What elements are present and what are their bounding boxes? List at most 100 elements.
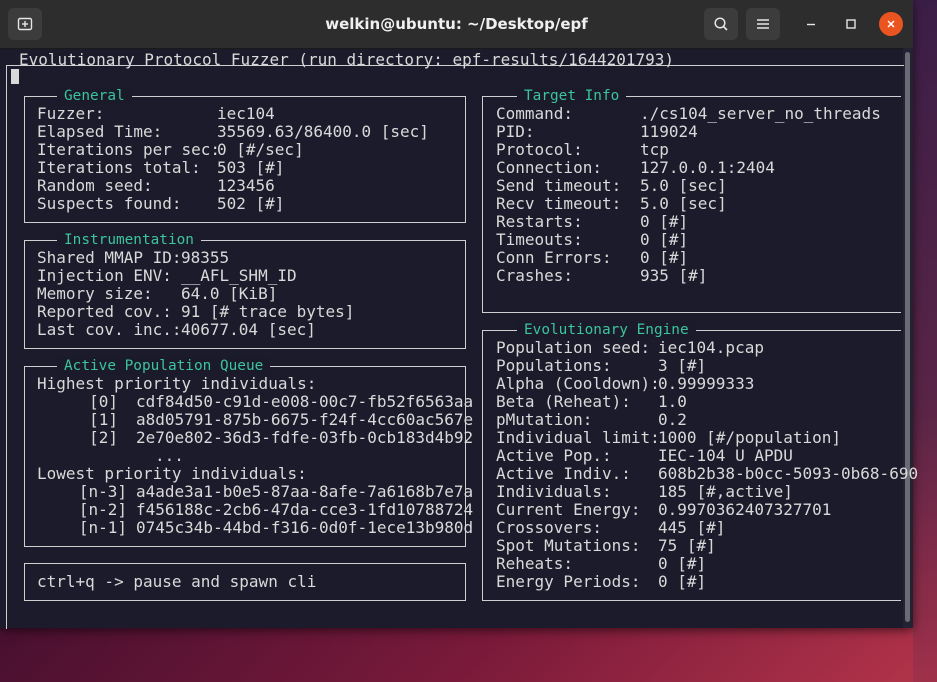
maximize-button[interactable] [839, 12, 863, 36]
engine-row-value: 445 [#] [658, 518, 726, 537]
instrumentation-row-label: Injection ENV: [37, 266, 172, 285]
engine-row-label: pMutation: [496, 410, 593, 429]
target-row-label: Protocol: [496, 140, 583, 159]
target-row-value: 127.0.0.1:2404 [640, 158, 775, 177]
close-icon [887, 20, 895, 28]
lowest-individual-id: f456188c-2cb6-47da-cce3-1fd10788724 [136, 500, 474, 519]
search-icon [714, 17, 728, 31]
queue-ellipsis: ... [155, 446, 184, 465]
instrumentation-row-label: Last cov. inc.: [37, 320, 182, 339]
target-row-value: ./cs104_server_no_threads [640, 104, 881, 123]
minimize-icon [807, 23, 815, 26]
menu-button[interactable] [746, 8, 780, 40]
instrumentation-row-value: 98355 [181, 248, 230, 267]
lowest-individual-index: [n-3] [78, 482, 127, 501]
general-row-value: 123456 [217, 176, 275, 195]
engine-row-label: Beta (Reheat): [496, 392, 631, 411]
close-button[interactable] [879, 12, 903, 36]
highest-individual-id: cdf84d50-c91d-e008-00c7-fb52f6563aa [136, 392, 474, 411]
engine-row-value: iec104.pcap [658, 338, 764, 357]
highest-individual-id: a8d05791-875b-6675-f24f-4cc60ac567e [136, 410, 474, 429]
text-cursor [11, 69, 19, 84]
engine-row-label: Crossovers: [496, 518, 602, 537]
header-text: Evolutionary Protocol Fuzzer (run direct… [19, 50, 675, 69]
target-row-value: 5.0 [sec] [640, 194, 727, 213]
engine-row-value: 1.0 [658, 392, 687, 411]
target-row-value: 5.0 [sec] [640, 176, 727, 195]
target-row-value: 0 [#] [640, 248, 689, 267]
instrumentation-row-value: 91 [# trace bytes] [181, 302, 355, 321]
lowest-individual-id: a4ade3a1-b0e5-87aa-8afe-7a6168b7e7a [136, 482, 474, 501]
instrumentation-row-value: __AFL_SHM_ID [181, 266, 297, 285]
general-row-label: Random seed: [37, 176, 153, 195]
target-row-value: 0 [#] [640, 230, 689, 249]
highest-individual-id: 2e70e802-36d3-fdfe-03fb-0cb183d4b92 [136, 428, 474, 447]
highest-individual-index: [0] [89, 392, 118, 411]
general-row-value: 502 [#] [217, 194, 285, 213]
target-row-label: Recv timeout: [496, 194, 622, 213]
target-row-label: Command: [496, 104, 574, 123]
engine-row-value: 0.99999333 [658, 374, 755, 393]
engine-row-label: Energy Periods: [496, 572, 641, 591]
engine-row-value: 75 [#] [658, 536, 716, 555]
hint-text: ctrl+q -> pause and spawn cli [37, 572, 317, 591]
engine-row-label: Population seed: [496, 338, 651, 357]
target-row-value: 119024 [640, 122, 698, 141]
general-row-value: 0 [#/sec] [217, 140, 304, 159]
engine-row-label: Individuals: [496, 482, 612, 501]
engine-row-label: Individual limit: [496, 428, 660, 447]
instrumentation-row-label: Reported cov.: [37, 302, 172, 321]
engine-row-label: Spot Mutations: [496, 536, 641, 555]
highest-priority-label: Highest priority individuals: [37, 374, 317, 393]
scrollbar-thumb[interactable] [905, 52, 910, 622]
scrollbar[interactable] [903, 48, 913, 628]
general-row-label: Iterations per sec: [37, 140, 221, 159]
engine-row-value: 608b2b38-b0cc-5093-0b68-690 [658, 464, 919, 483]
engine-row-value: 0 [#] [658, 554, 707, 573]
general-row-label: Fuzzer: [37, 104, 105, 123]
instrumentation-row-label: Shared MMAP ID: [37, 248, 182, 267]
search-button[interactable] [704, 8, 738, 40]
instrumentation-row-value: 64.0 [KiB] [181, 284, 278, 303]
general-row-value: 35569.63/86400.0 [sec] [217, 122, 429, 141]
general-row-label: Elapsed Time: [37, 122, 163, 141]
engine-row-label: Alpha (Cooldown): [496, 374, 660, 393]
engine-row-label: Populations: [496, 356, 612, 375]
general-row-label: Suspects found: [37, 194, 182, 213]
highest-individual-index: [1] [89, 410, 118, 429]
target-row-label: Crashes: [496, 266, 574, 285]
target-row-label: Conn Errors: [496, 248, 612, 267]
engine-row-label: Active Indiv.: [496, 464, 631, 483]
engine-row-value: 185 [#,active] [658, 482, 793, 501]
titlebar[interactable]: welkin@ubuntu: ~/Desktop/epf [0, 0, 913, 49]
engine-row-value: 0 [#] [658, 572, 707, 591]
target-row-label: Restarts: [496, 212, 583, 231]
target-row-value: 935 [#] [640, 266, 708, 285]
engine-row-value: 1000 [#/population] [658, 428, 842, 447]
target-row-label: Send timeout: [496, 176, 622, 195]
target-row-label: PID: [496, 122, 535, 141]
target-row-label: Timeouts: [496, 230, 583, 249]
desktop-background [913, 0, 937, 682]
engine-row-label: Active Pop.: [496, 446, 612, 465]
highest-individual-index: [2] [89, 428, 118, 447]
engine-row-label: Current Energy: [496, 500, 641, 519]
engine-row-value: 0.2 [658, 410, 687, 429]
target-row-value: 0 [#] [640, 212, 689, 231]
lowest-individual-id: 0745c34b-44bd-f316-0d0f-1ece13b980d [136, 518, 474, 537]
lowest-individual-index: [n-1] [78, 518, 127, 537]
minimize-button[interactable] [799, 12, 823, 36]
target-row-value: tcp [640, 140, 669, 159]
target-row-label: Connection: [496, 158, 602, 177]
engine-row-value: IEC-104 U APDU [658, 446, 793, 465]
queue-title: Active Population Queue [57, 357, 271, 375]
general-row-label: Iterations total: [37, 158, 201, 177]
engine-row-value: 0.9970362407327701 [658, 500, 832, 519]
lowest-individual-index: [n-2] [78, 500, 127, 519]
maximize-icon [846, 19, 856, 29]
instrumentation-row-label: Memory size: [37, 284, 153, 303]
instrumentation-title: Instrumentation [57, 231, 201, 249]
general-row-value: 503 [#] [217, 158, 285, 177]
general-title: General [57, 87, 132, 105]
engine-row-label: Reheats: [496, 554, 574, 573]
